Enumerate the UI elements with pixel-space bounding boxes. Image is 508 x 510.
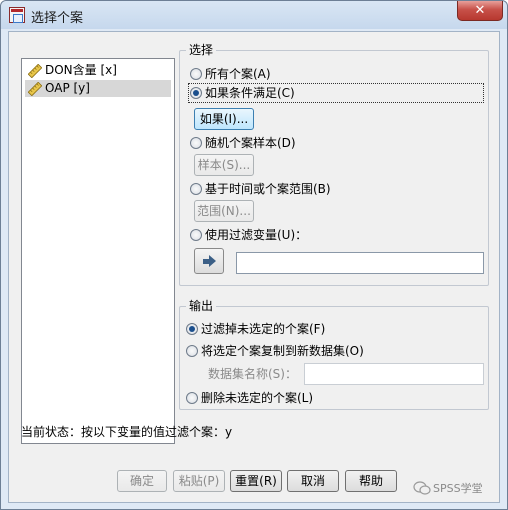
dataset-name-label: 数据集名称(S)： xyxy=(208,367,297,381)
radio-button[interactable] xyxy=(190,68,202,80)
scale-variable-icon xyxy=(28,82,42,96)
select-groupbox: 选择 所有个案(A) 如果条件满足(C) 如果(I)... 随机个案样本(D) … xyxy=(179,42,489,286)
output-groupbox: 输出 过滤掉未选定的个案(F) 将选定个案复制到新数据集(O) 数据集名称(S)… xyxy=(179,298,489,410)
variable-label: OAP [y] xyxy=(45,81,90,95)
variable-list[interactable]: DON含量 [x] OAP [y] xyxy=(21,58,175,444)
ok-button[interactable]: 确定 xyxy=(117,470,167,492)
dataset-name-field[interactable] xyxy=(304,363,484,385)
radio-label: 将选定个案复制到新数据集(O) xyxy=(201,344,364,358)
sample-button[interactable]: 样本(S)... xyxy=(194,154,254,176)
paste-button[interactable]: 粘贴(P) xyxy=(173,470,225,492)
select-group-title: 选择 xyxy=(186,42,217,58)
variable-item-oap[interactable]: OAP [y] xyxy=(25,80,171,97)
window-title: 选择个案 xyxy=(31,11,84,26)
radio-button[interactable] xyxy=(190,229,202,241)
radio-label: 所有个案(A) xyxy=(205,67,271,81)
radio-button[interactable] xyxy=(190,87,202,99)
radio-label: 如果条件满足(C) xyxy=(205,86,295,100)
move-variable-button[interactable] xyxy=(194,248,224,274)
radio-label: 使用过滤变量(U)： xyxy=(205,228,308,242)
radio-all-cases[interactable]: 所有个案(A) xyxy=(190,65,271,83)
cancel-button[interactable]: 取消 xyxy=(287,470,339,492)
dialog-body: DON含量 [x] OAP [y] 选择 所有个案(A) 如果条件满足(C) 如… xyxy=(8,31,500,503)
radio-filter-variable[interactable]: 使用过滤变量(U)： xyxy=(190,226,307,244)
radio-button[interactable] xyxy=(190,137,202,149)
radio-time-range[interactable]: 基于时间或个案范围(B) xyxy=(190,180,331,198)
filter-variable-field[interactable] xyxy=(236,252,484,274)
radio-label: 删除未选定的个案(L) xyxy=(201,391,314,405)
radio-label: 随机个案样本(D) xyxy=(205,136,296,150)
radio-label: 过滤掉未选定的个案(F) xyxy=(201,322,326,336)
if-button[interactable]: 如果(I)... xyxy=(194,108,254,130)
radio-if-condition[interactable]: 如果条件满足(C) xyxy=(190,84,295,102)
reset-button[interactable]: 重置(R) xyxy=(230,470,282,492)
radio-button[interactable] xyxy=(186,323,198,335)
watermark-text: SPSS学堂 xyxy=(433,482,483,495)
range-button[interactable]: 范围(N)... xyxy=(194,200,254,222)
title-bar[interactable]: 选择个案 ✕ xyxy=(1,1,507,29)
variable-item-don[interactable]: DON含量 [x] xyxy=(25,62,171,79)
radio-button[interactable] xyxy=(186,345,198,357)
radio-filter-out[interactable]: 过滤掉未选定的个案(F) xyxy=(186,320,325,338)
radio-copy-new-dataset[interactable]: 将选定个案复制到新数据集(O) xyxy=(186,342,364,360)
scale-variable-icon xyxy=(28,64,42,78)
radio-label: 基于时间或个案范围(B) xyxy=(205,182,331,196)
radio-button[interactable] xyxy=(190,183,202,195)
radio-random-sample[interactable]: 随机个案样本(D) xyxy=(190,134,296,152)
arrow-right-icon xyxy=(203,255,216,267)
variable-label: DON含量 [x] xyxy=(45,63,117,77)
output-group-title: 输出 xyxy=(186,298,217,314)
select-cases-dialog: 选择个案 ✕ DON含量 [x] OAP [y] 选择 所有个案(A) 如果条件… xyxy=(0,0,508,510)
help-button[interactable]: 帮助 xyxy=(345,470,397,492)
radio-delete-unselected[interactable]: 删除未选定的个案(L) xyxy=(186,389,313,407)
wechat-icon xyxy=(413,481,431,495)
spss-app-icon xyxy=(9,7,25,23)
watermark: SPSS学堂 xyxy=(413,479,483,499)
current-status-text: 当前状态：按以下变量的值过滤个案：y xyxy=(21,425,233,439)
radio-button[interactable] xyxy=(186,392,198,404)
close-button[interactable]: ✕ xyxy=(457,1,503,21)
